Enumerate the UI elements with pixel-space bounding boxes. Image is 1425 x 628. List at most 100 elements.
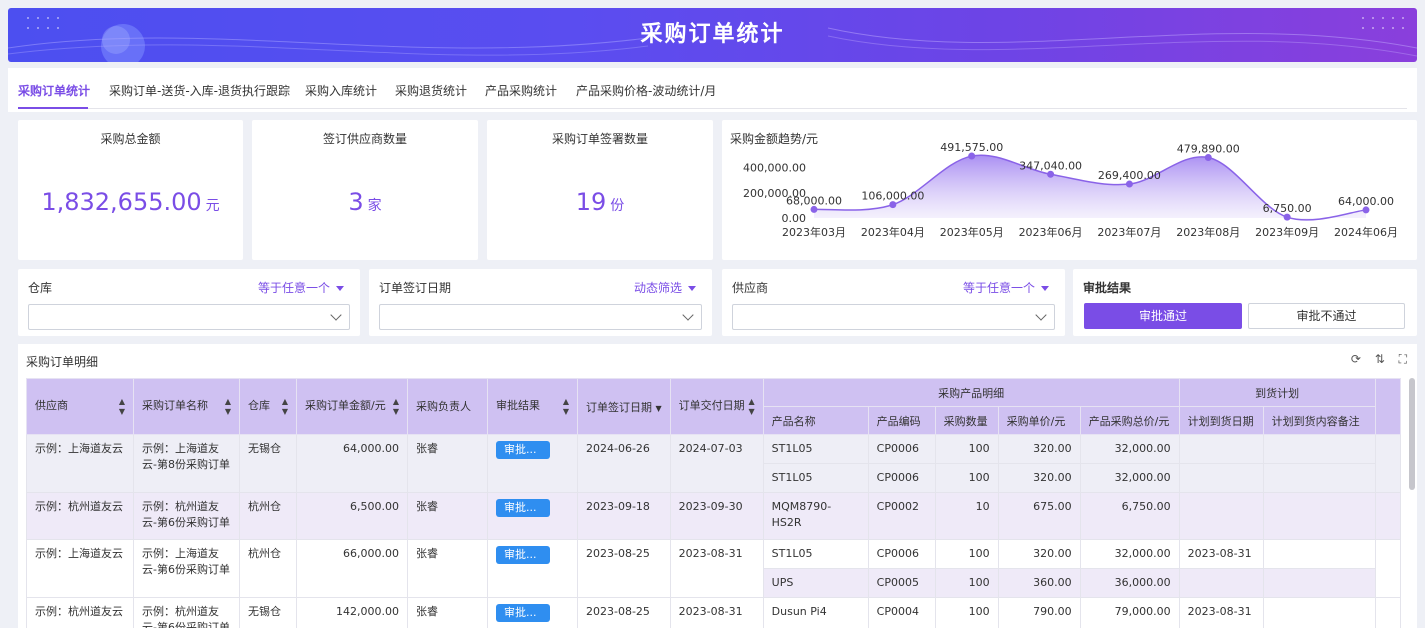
cell-product-name: ST1L05 — [762, 539, 869, 569]
col-plan-note[interactable]: 计划到货内容备注 — [1262, 406, 1376, 435]
header-label: 审批结果 — [496, 398, 540, 412]
cell-plan-date: 2023-08-31 — [1178, 597, 1264, 628]
col-supplier[interactable]: 供应商 ▲ ▼ — [26, 378, 134, 435]
order-detail-card: 采购订单明细 ⟳ ⇅ ⛶ 供应商 ▲ ▼ 采购订单名称 ▲ ▼ 仓库 ▲ ▼ 采购订单金额/… — [18, 344, 1417, 628]
cell-text: 张睿 — [416, 442, 438, 455]
table-row[interactable]: 示例：杭州道友云 示例：杭州道友云-第6份采购订单 杭州仓 6,500.00 张… — [26, 492, 1401, 540]
approval-fail-button[interactable]: 审批不通过 — [1248, 303, 1405, 329]
cell-warehouse: 杭州仓 — [239, 492, 297, 540]
cell-text: 79,000.00 — [1114, 605, 1171, 618]
cell-text: 张睿 — [416, 547, 438, 560]
supplier-select[interactable] — [732, 304, 1055, 330]
approval-badge[interactable]: 审批... — [496, 499, 550, 517]
group-label: 采购产品明细 — [938, 386, 1005, 400]
sort-icon[interactable]: ⇅ — [1375, 352, 1385, 366]
refresh-icon[interactable]: ⟳ — [1351, 352, 1361, 366]
approval-badge[interactable]: 审批... — [496, 441, 550, 459]
page-title: 采购订单统计 — [640, 22, 785, 47]
col-product-name[interactable]: 产品名称 — [762, 406, 869, 435]
col-unit-price[interactable]: 采购单价/元 — [997, 406, 1081, 435]
cell-text: 无锡仓 — [248, 605, 281, 618]
kpi-card-total-amount: 采购总金额 1,832,655.00 元 — [18, 120, 243, 260]
warehouse-select[interactable] — [28, 304, 350, 330]
table-title: 采购订单明细 — [26, 355, 99, 369]
table-row[interactable]: 示例：上海道友云 示例：上海道友云-第8份采购订单 无锡仓 64,000.00 … — [26, 434, 1401, 493]
col-owner[interactable]: 采购负责人 — [407, 378, 488, 435]
fullscreen-icon[interactable]: ⛶ — [1399, 352, 1407, 367]
tab-price-fluctuation[interactable]: 产品采购价格-波动统计/月 — [576, 82, 716, 99]
cell-text — [1272, 541, 1367, 547]
sort-icon[interactable]: ▲ ▼ — [225, 397, 231, 417]
y-tick-label: 400,000.00 — [743, 162, 806, 175]
filter-operator-dropdown[interactable]: 等于任意一个 — [963, 279, 1049, 296]
cell-text: 2023-08-31 — [1187, 547, 1252, 560]
filter-operator-dropdown[interactable]: 等于任意一个 — [258, 279, 344, 296]
x-tick-label: 2023年09月 — [1255, 225, 1319, 239]
header-banner: 采购订单统计 — [8, 8, 1417, 62]
col-amount[interactable]: 采购订单金额/元 ▲ ▼ — [296, 378, 408, 435]
tab-product-stats[interactable]: 产品采购统计 — [485, 82, 557, 99]
col-plan-date[interactable]: 计划到货日期 — [1178, 406, 1264, 435]
col-sign-date[interactable]: 订单签订日期 ▼ — [577, 378, 671, 435]
cell-text: 64,000.00 — [343, 442, 399, 455]
cell-delivery-date: 2023-09-30 — [669, 492, 764, 540]
cell-text: 2024-07-03 — [678, 442, 743, 455]
tab-divider — [18, 108, 1407, 109]
kpi-title: 采购总金额 — [100, 132, 161, 146]
col-approval[interactable]: 审批结果 ▲ ▼ — [487, 378, 578, 435]
col-qty[interactable]: 采购数量 — [934, 406, 999, 435]
col-warehouse[interactable]: 仓库 ▲ ▼ — [239, 378, 297, 435]
cell-text: CP0002 — [876, 500, 919, 513]
cell-text: CP0006 — [876, 547, 919, 560]
approval-badge[interactable]: 审批... — [496, 546, 550, 564]
sort-icon[interactable]: ▲ ▼ — [119, 397, 125, 417]
sort-icon[interactable]: ▲ ▼ — [563, 397, 569, 417]
x-tick-label: 2024年06月 — [1334, 225, 1398, 239]
cell-delivery-date: 2023-08-31 — [669, 597, 764, 628]
cell-text: 张睿 — [416, 605, 438, 618]
kpi-card-order-count: 采购订单签署数量 19 份 — [487, 120, 713, 260]
tab-inbound-stats[interactable]: 采购入库统计 — [305, 82, 377, 99]
caret-down-icon — [1041, 286, 1049, 291]
sort-icon[interactable]: ▲ ▼ — [282, 397, 288, 417]
kpi-value: 1,832,655.00 — [41, 188, 202, 216]
cell-unit-price: 360.00 — [997, 568, 1081, 598]
date-select[interactable] — [379, 304, 702, 330]
cell-unit-price: 790.00 — [997, 597, 1081, 628]
col-delivery-date[interactable]: 订单交付日期 ▲ ▼ — [669, 378, 764, 435]
data-label: 347,040.00 — [1019, 159, 1082, 172]
sort-icon[interactable]: ▲ ▼ — [749, 397, 755, 417]
cell-text: CP0006 — [876, 471, 919, 484]
table-row[interactable]: 示例：上海道友云 示例：上海道友云-第6份采购订单 杭州仓 66,000.00 … — [26, 539, 1401, 598]
filter-operator-dropdown[interactable]: 动态筛选 — [634, 279, 696, 296]
cell-text — [1272, 570, 1367, 576]
tab-return-stats[interactable]: 采购退货统计 — [395, 82, 467, 99]
cell-text: ST1L05 — [771, 471, 813, 484]
table-row[interactable]: 示例：杭州道友云 示例：杭州道友云-第6份采购订单 无锡仓 142,000.00… — [26, 597, 1401, 628]
tab-order-tracking[interactable]: 采购订单-送货-入库-退货执行跟踪 — [109, 82, 290, 99]
table-scrollbar[interactable] — [1409, 378, 1415, 490]
col-total[interactable]: 产品采购总价/元 — [1079, 406, 1180, 435]
active-tab-indicator — [18, 107, 88, 109]
kpi-card-supplier-count: 签订供应商数量 3家 — [252, 120, 478, 260]
approval-pass-button[interactable]: 审批通过 — [1084, 303, 1242, 329]
tab-order-stats[interactable]: 采购订单统计 — [18, 82, 90, 99]
cell-text — [1272, 599, 1367, 605]
cell-approval: 审批... — [487, 492, 578, 540]
cell-text: 36,000.00 — [1114, 576, 1171, 589]
cell-text: 790.00 — [1033, 605, 1072, 618]
sort-desc-icon[interactable]: ▼ — [656, 404, 662, 413]
cell-text: 360.00 — [1033, 576, 1072, 589]
cell-plan-note — [1262, 597, 1376, 628]
sort-icon[interactable]: ▲ ▼ — [393, 397, 399, 417]
approval-badge[interactable]: 审批... — [496, 604, 550, 622]
col-order-name[interactable]: 采购订单名称 ▲ ▼ — [133, 378, 240, 435]
col-product-code[interactable]: 产品编码 — [867, 406, 936, 435]
cell-text: 100 — [968, 471, 990, 484]
cell-text — [1272, 465, 1367, 471]
cell-product-name: ST1L05 — [762, 434, 869, 464]
cell-product-name: Dusun Pi4 — [762, 597, 869, 628]
cell-total: 36,000.00 — [1079, 568, 1180, 598]
cell-unit-price: 320.00 — [997, 434, 1081, 464]
cell-delivery-date: 2023-08-31 — [669, 539, 764, 598]
